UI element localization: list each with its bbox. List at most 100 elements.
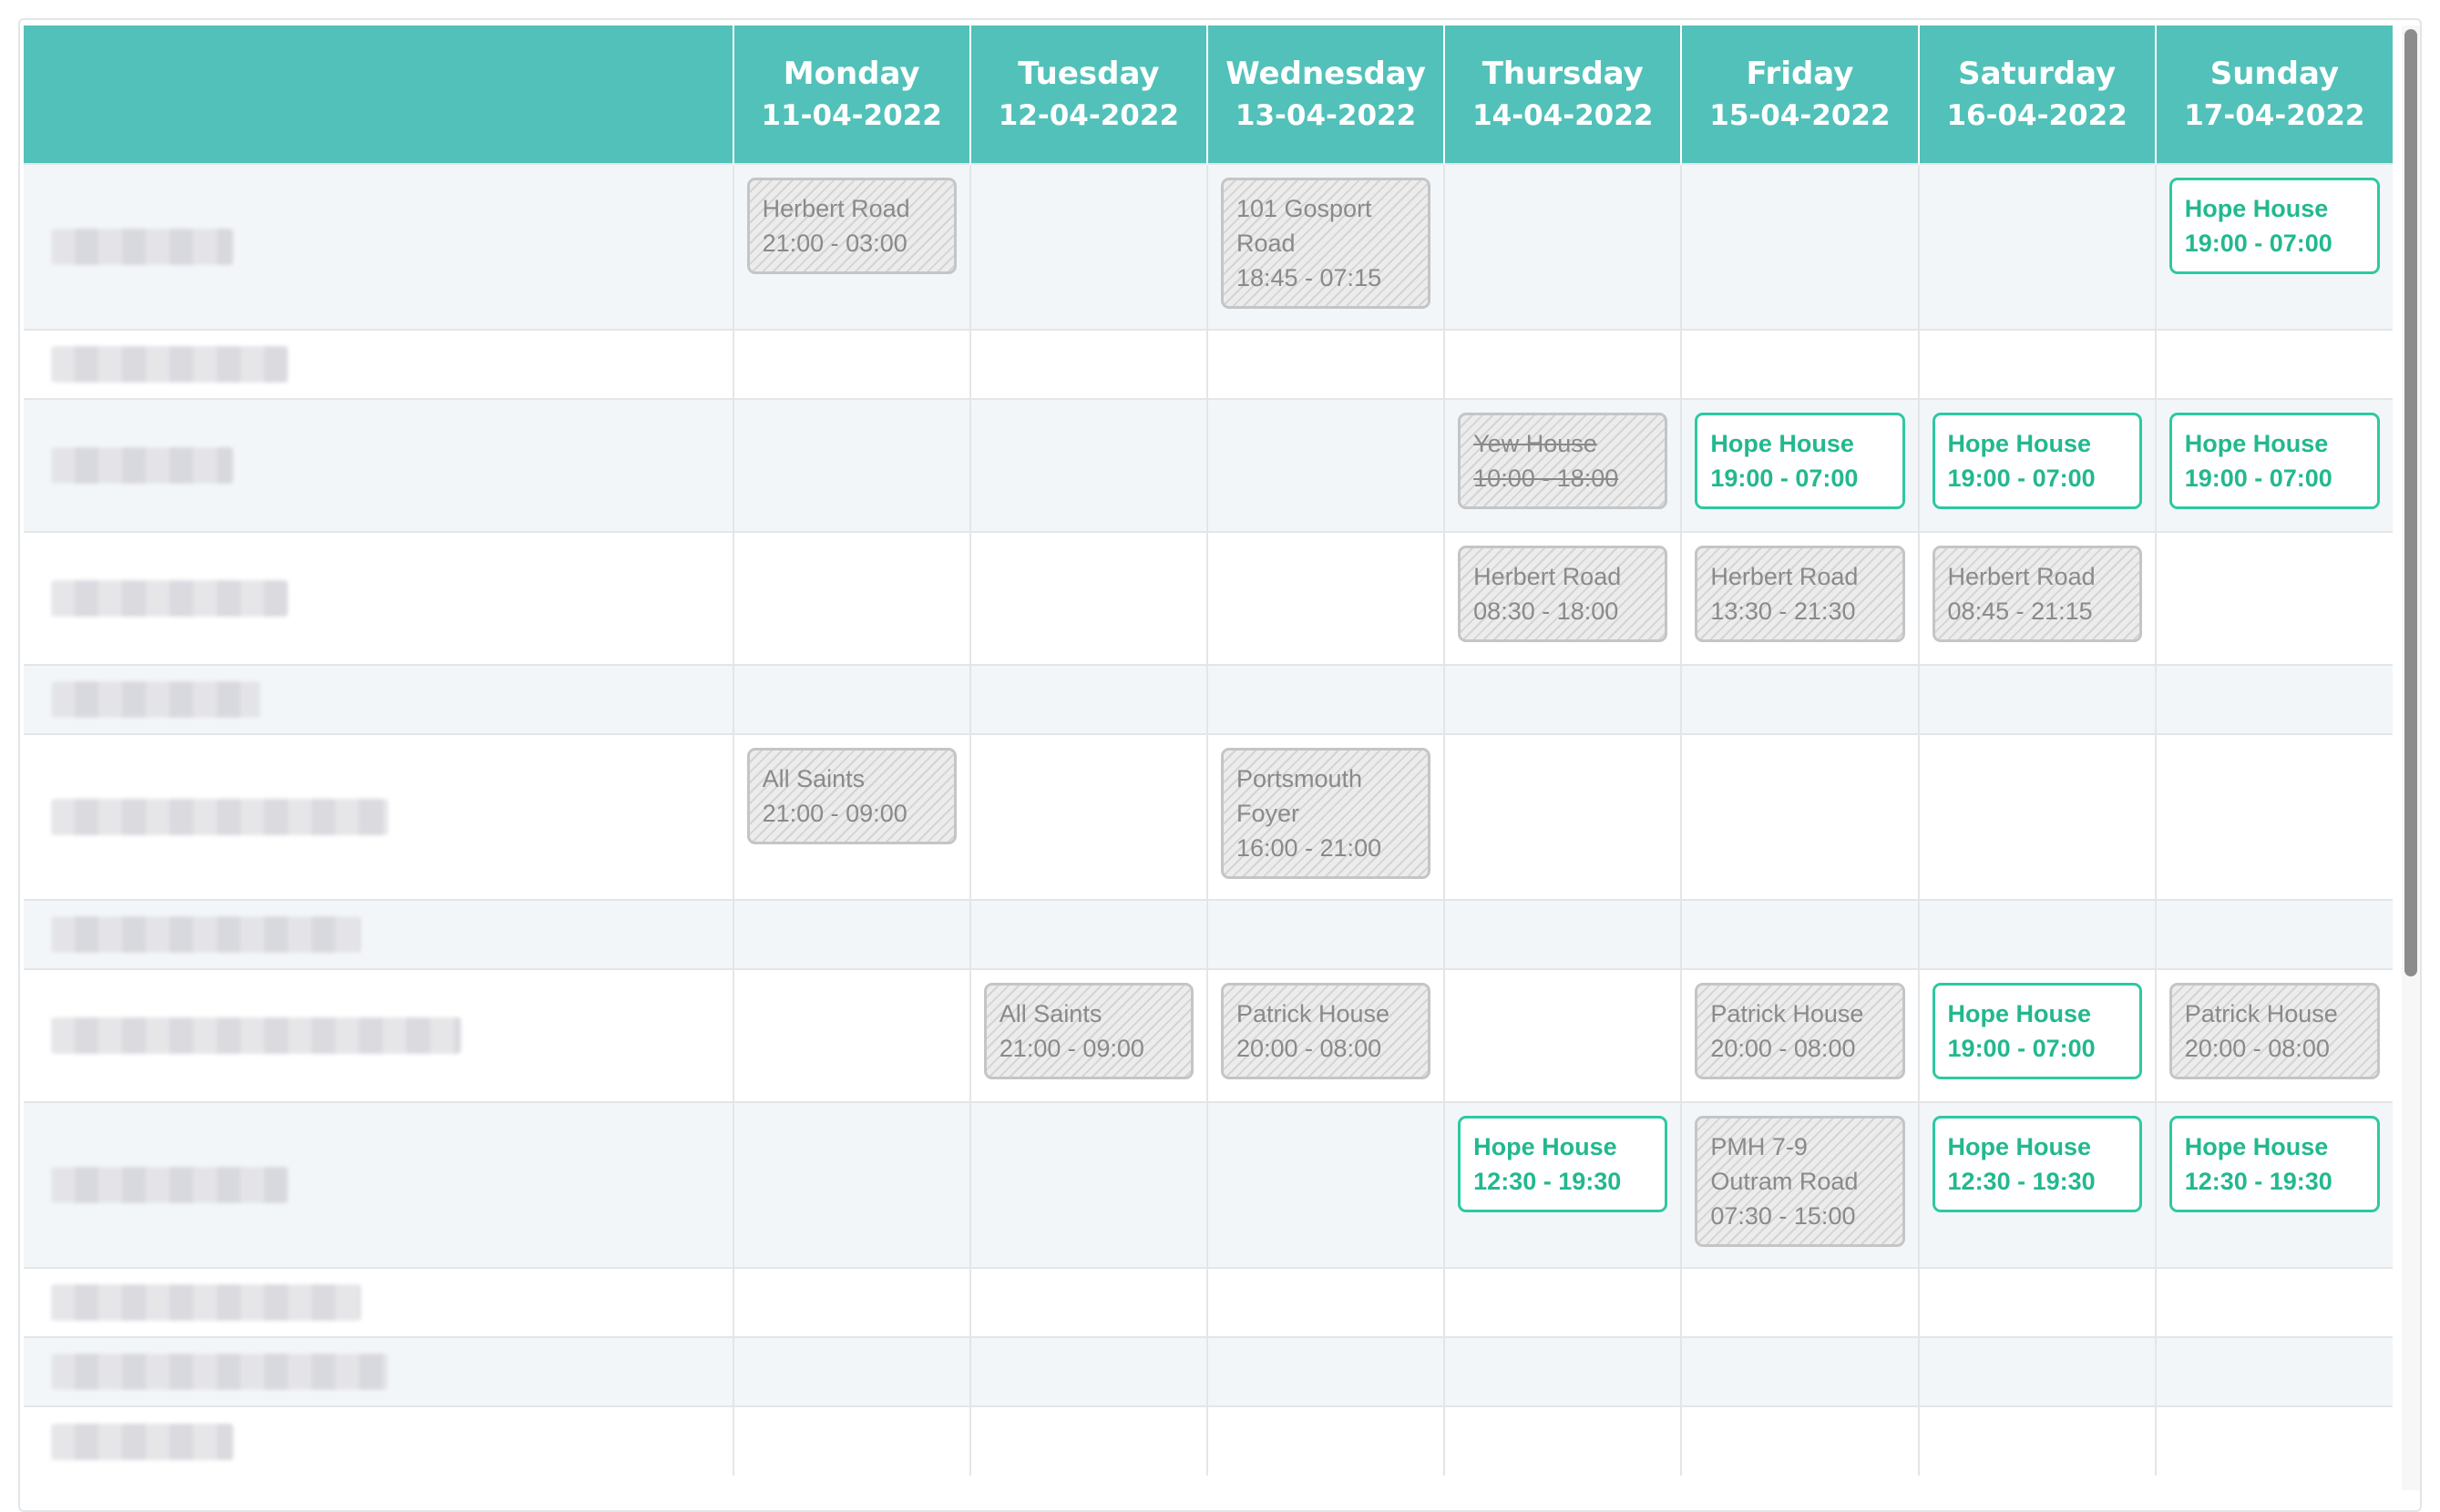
shift-card-open[interactable]: Hope House 12:30 - 19:30 [2168,1116,2380,1212]
day-cell[interactable] [1205,531,1445,665]
day-cell[interactable] [1443,1405,1682,1476]
day-cell[interactable] [1680,899,1919,969]
day-cell[interactable] [1680,1405,1919,1476]
day-cell[interactable] [1205,1405,1445,1476]
day-cell[interactable]: Yew House 10:00 - 18:00 [1443,398,1682,532]
day-cell[interactable] [2154,329,2393,399]
shift-card-past[interactable]: All Saints 21:00 - 09:00 [746,748,957,844]
day-cell[interactable] [732,1267,970,1337]
day-cell[interactable]: Herbert Road 08:45 - 21:15 [1917,531,2156,665]
day-cell[interactable]: PMH 7-9 Outram Road 07:30 - 15:00 [1680,1101,1919,1268]
day-cell[interactable]: Portsmouth Foyer 16:00 - 21:00 [1205,733,1445,900]
day-cell[interactable]: 101 Gosport Road 18:45 - 07:15 [1205,163,1445,330]
day-cell[interactable] [969,163,1207,330]
day-cell[interactable]: Patrick House 20:00 - 08:00 [2154,968,2393,1102]
day-cell[interactable] [1205,398,1445,532]
day-cell[interactable] [2154,1405,2393,1476]
day-cell[interactable] [2154,531,2393,665]
shift-card-open[interactable]: Hope House 19:00 - 07:00 [1932,983,2142,1079]
shift-card-past[interactable]: All Saints 21:00 - 09:00 [983,983,1194,1079]
day-cell[interactable] [969,531,1207,665]
day-cell[interactable] [1917,1336,2156,1406]
day-cell[interactable] [1443,664,1682,734]
day-cell[interactable] [1443,1336,1682,1406]
day-cell[interactable] [2154,664,2393,734]
day-cell[interactable] [969,1267,1207,1337]
day-cell[interactable]: All Saints 21:00 - 09:00 [732,733,970,900]
day-cell[interactable]: Hope House 19:00 - 07:00 [1680,398,1919,532]
day-cell[interactable] [1443,163,1682,330]
day-cell[interactable] [1680,163,1919,330]
day-cell[interactable] [1680,1336,1919,1406]
day-cell[interactable] [969,733,1207,900]
day-cell[interactable] [732,1336,970,1406]
day-cell[interactable]: Patrick House 20:00 - 08:00 [1205,968,1445,1102]
day-cell[interactable] [1205,1101,1445,1268]
day-cell[interactable] [969,1405,1207,1476]
day-cell[interactable] [1917,329,2156,399]
day-cell[interactable]: Hope House 12:30 - 19:30 [1917,1101,2156,1268]
day-cell[interactable]: Hope House 19:00 - 07:00 [1917,398,2156,532]
day-cell[interactable]: Patrick House 20:00 - 08:00 [1680,968,1919,1102]
day-cell[interactable] [1443,968,1682,1102]
shift-card-open[interactable]: Hope House 19:00 - 07:00 [2168,178,2380,274]
day-cell[interactable] [1205,329,1445,399]
day-cell[interactable] [1680,733,1919,900]
day-cell[interactable]: Herbert Road 08:30 - 18:00 [1443,531,1682,665]
day-cell[interactable]: Hope House 19:00 - 07:00 [2154,163,2393,330]
day-cell[interactable] [1917,733,2156,900]
day-cell[interactable] [1443,1267,1682,1337]
day-cell[interactable] [1443,733,1682,900]
shift-card-open[interactable]: Hope House 12:30 - 19:30 [1458,1116,1668,1212]
day-cell[interactable] [1917,163,2156,330]
day-cell[interactable] [732,531,970,665]
day-cell[interactable] [969,664,1207,734]
shift-card-past[interactable]: PMH 7-9 Outram Road 07:30 - 15:00 [1695,1116,1905,1247]
day-cell[interactable]: Herbert Road 21:00 - 03:00 [732,163,970,330]
day-cell[interactable] [2154,1267,2393,1337]
day-cell[interactable] [1205,664,1445,734]
day-cell[interactable] [1680,1267,1919,1337]
shift-card-past[interactable]: Herbert Road 08:45 - 21:15 [1932,546,2142,642]
shift-card-past[interactable]: Herbert Road 21:00 - 03:00 [746,178,957,274]
day-cell[interactable] [969,1336,1207,1406]
day-cell[interactable] [969,398,1207,532]
day-cell[interactable] [1917,1405,2156,1476]
day-cell[interactable] [732,664,970,734]
shift-card-past[interactable]: Herbert Road 13:30 - 21:30 [1695,546,1905,642]
day-cell[interactable] [732,1101,970,1268]
day-cell[interactable] [969,1101,1207,1268]
day-cell[interactable] [1205,1267,1445,1337]
day-cell[interactable]: Hope House 12:30 - 19:30 [2154,1101,2393,1268]
day-cell[interactable]: Herbert Road 13:30 - 21:30 [1680,531,1919,665]
day-cell[interactable] [1443,329,1682,399]
day-cell[interactable]: All Saints 21:00 - 09:00 [969,968,1207,1102]
shift-card-past[interactable]: Portsmouth Foyer 16:00 - 21:00 [1220,748,1431,879]
day-cell[interactable] [1917,664,2156,734]
shift-card-past[interactable]: Patrick House 20:00 - 08:00 [1220,983,1431,1079]
day-cell[interactable] [2154,733,2393,900]
shift-card-open[interactable]: Hope House 12:30 - 19:30 [1932,1116,2142,1212]
day-cell[interactable] [1205,899,1445,969]
day-cell[interactable] [1680,664,1919,734]
day-cell[interactable] [732,1405,970,1476]
day-cell[interactable]: Hope House 12:30 - 19:30 [1443,1101,1682,1268]
day-cell[interactable] [2154,899,2393,969]
day-cell[interactable] [1205,1336,1445,1406]
day-cell[interactable] [732,968,970,1102]
shift-card-past[interactable]: 101 Gosport Road 18:45 - 07:15 [1220,178,1431,309]
day-cell[interactable]: Hope House 19:00 - 07:00 [2154,398,2393,532]
day-cell[interactable] [969,899,1207,969]
day-cell[interactable] [1917,899,2156,969]
shift-card-past[interactable]: Patrick House 20:00 - 08:00 [2168,983,2380,1079]
day-cell[interactable] [732,899,970,969]
shift-card-open[interactable]: Hope House 19:00 - 07:00 [2168,413,2380,509]
day-cell[interactable] [1443,899,1682,969]
day-cell[interactable] [969,329,1207,399]
day-cell[interactable]: Hope House 19:00 - 07:00 [1917,968,2156,1102]
shift-card-open[interactable]: Hope House 19:00 - 07:00 [1695,413,1905,509]
day-cell[interactable] [1680,329,1919,399]
day-cell[interactable] [1917,1267,2156,1337]
day-cell[interactable] [732,329,970,399]
day-cell[interactable] [732,398,970,532]
